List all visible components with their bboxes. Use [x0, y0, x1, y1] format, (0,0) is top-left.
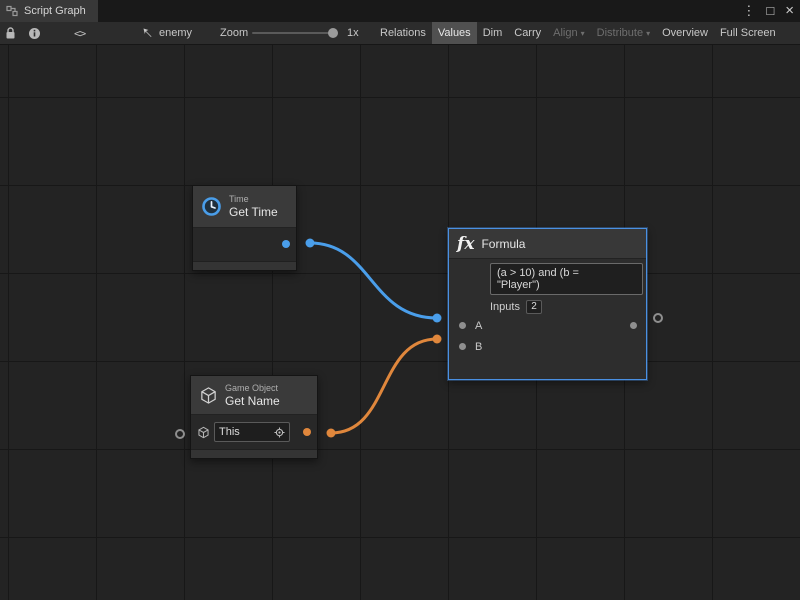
clock-icon: [201, 196, 222, 217]
values-button[interactable]: Values: [432, 22, 477, 44]
node-formula[interactable]: fx Formula (a > 10) and (b = "Player") I…: [448, 228, 647, 380]
fx-icon: fx: [457, 234, 474, 254]
align-dropdown[interactable]: Align▾: [547, 22, 590, 44]
node-footer: [191, 449, 317, 458]
chevron-down-icon: ▾: [646, 29, 650, 38]
pointer-arrow-icon: [142, 27, 154, 39]
cube-port-icon: [197, 426, 210, 439]
distribute-dropdown[interactable]: Distribute▾: [591, 22, 656, 44]
port-row-b: B: [449, 336, 646, 357]
node-get-name[interactable]: Game Object Get Name This: [190, 375, 318, 459]
graph-toolbar: <> enemy Zoom 1x Relations Values Dim Ca…: [0, 22, 800, 45]
window-controls: ⋮ □ ×: [742, 0, 794, 22]
overview-button[interactable]: Overview: [656, 22, 714, 44]
port-b-label: B: [475, 341, 482, 353]
graph-pointer[interactable]: enemy: [142, 22, 192, 44]
title-bar: Script Graph ⋮ □ ×: [0, 0, 800, 22]
dim-button[interactable]: Dim: [477, 22, 509, 44]
tab-script-graph[interactable]: Script Graph: [0, 0, 98, 22]
graph-name-label: enemy: [159, 27, 192, 39]
lock-icon[interactable]: [5, 22, 16, 44]
unconnected-output-port[interactable]: [653, 313, 663, 323]
code-icon[interactable]: <>: [74, 22, 85, 44]
graph-canvas[interactable]: [0, 45, 800, 600]
formula-expression-field[interactable]: (a > 10) and (b = "Player"): [490, 263, 643, 295]
get-name-body: This: [191, 415, 317, 449]
node-category: Time: [229, 194, 278, 205]
port-rows: A B: [449, 315, 646, 357]
node-title: Get Name: [225, 394, 280, 408]
script-graph-window: { "window": { "tab_title": "Script Graph…: [0, 0, 800, 600]
full-screen-button[interactable]: Full Screen: [714, 22, 782, 44]
input-port-b[interactable]: [459, 343, 466, 350]
zoom-slider-track[interactable]: [252, 32, 338, 34]
maximize-icon[interactable]: □: [766, 0, 774, 22]
inputs-count-field[interactable]: 2: [526, 300, 542, 314]
node-title: Formula: [481, 237, 525, 251]
get-time-header[interactable]: Time Get Time: [193, 186, 296, 228]
carry-button[interactable]: Carry: [508, 22, 547, 44]
script-graph-icon: [6, 5, 18, 17]
zoom-slider-handle[interactable]: [328, 28, 338, 38]
node-footer: [193, 261, 296, 270]
port-row-a: A: [449, 315, 646, 336]
output-port-name[interactable]: [303, 428, 311, 436]
zoom-slider[interactable]: [252, 22, 338, 44]
relations-button[interactable]: Relations: [374, 22, 432, 44]
node-title: Get Time: [229, 205, 278, 219]
input-port-a[interactable]: [459, 322, 466, 329]
zoom-label: Zoom: [220, 22, 248, 44]
game-object-cube-icon: [199, 386, 218, 405]
formula-header[interactable]: fx Formula: [449, 229, 646, 259]
unconnected-input-port[interactable]: [175, 429, 185, 439]
chevron-down-icon: ▾: [581, 29, 585, 38]
info-icon[interactable]: [28, 22, 41, 44]
port-a-label: A: [475, 320, 482, 332]
target-object-field[interactable]: This: [214, 422, 290, 442]
close-icon[interactable]: ×: [785, 0, 794, 22]
inputs-row: Inputs 2: [490, 299, 641, 315]
get-time-body: [193, 228, 296, 261]
tab-title: Script Graph: [24, 5, 86, 17]
toolbar-buttons: Relations Values Dim Carry Align▾ Distri…: [374, 22, 782, 44]
node-category: Game Object: [225, 383, 280, 394]
node-get-time[interactable]: Time Get Time: [192, 185, 297, 271]
object-picker-icon[interactable]: [274, 427, 285, 438]
zoom-value: 1x: [347, 22, 359, 44]
get-name-header[interactable]: Game Object Get Name: [191, 376, 317, 415]
target-value: This: [219, 426, 240, 438]
window-menu-icon[interactable]: ⋮: [742, 0, 755, 22]
inputs-label: Inputs: [490, 301, 520, 313]
output-port-value[interactable]: [282, 240, 290, 248]
output-port-result[interactable]: [630, 322, 637, 329]
